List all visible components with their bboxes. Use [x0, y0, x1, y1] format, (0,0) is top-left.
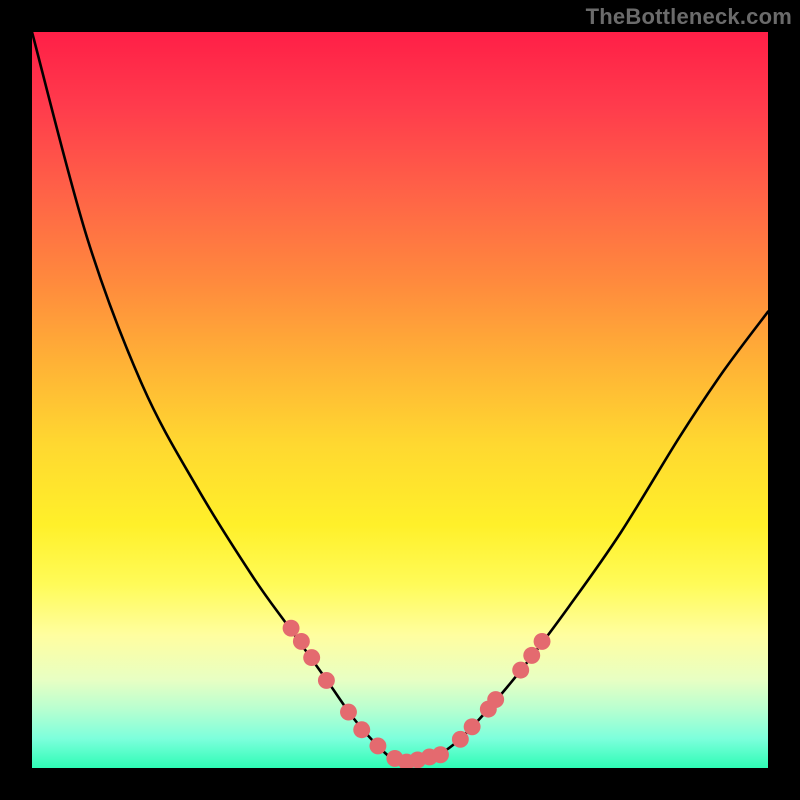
chart-frame: TheBottleneck.com	[0, 0, 800, 800]
chart-svg	[32, 32, 768, 768]
marker-point	[318, 672, 335, 689]
marker-point	[534, 633, 551, 650]
curve-line	[32, 32, 768, 765]
marker-point	[487, 691, 504, 708]
marker-point	[512, 662, 529, 679]
marker-point	[340, 704, 357, 721]
marker-point	[523, 647, 540, 664]
marker-point	[283, 620, 300, 637]
marker-point	[303, 649, 320, 666]
marker-points	[283, 620, 551, 768]
marker-point	[353, 721, 370, 738]
plot-area	[32, 32, 768, 768]
marker-point	[452, 731, 469, 748]
marker-point	[293, 633, 310, 650]
watermark-text: TheBottleneck.com	[586, 4, 792, 30]
marker-point	[369, 737, 386, 754]
marker-point	[464, 718, 481, 735]
marker-point	[432, 746, 449, 763]
